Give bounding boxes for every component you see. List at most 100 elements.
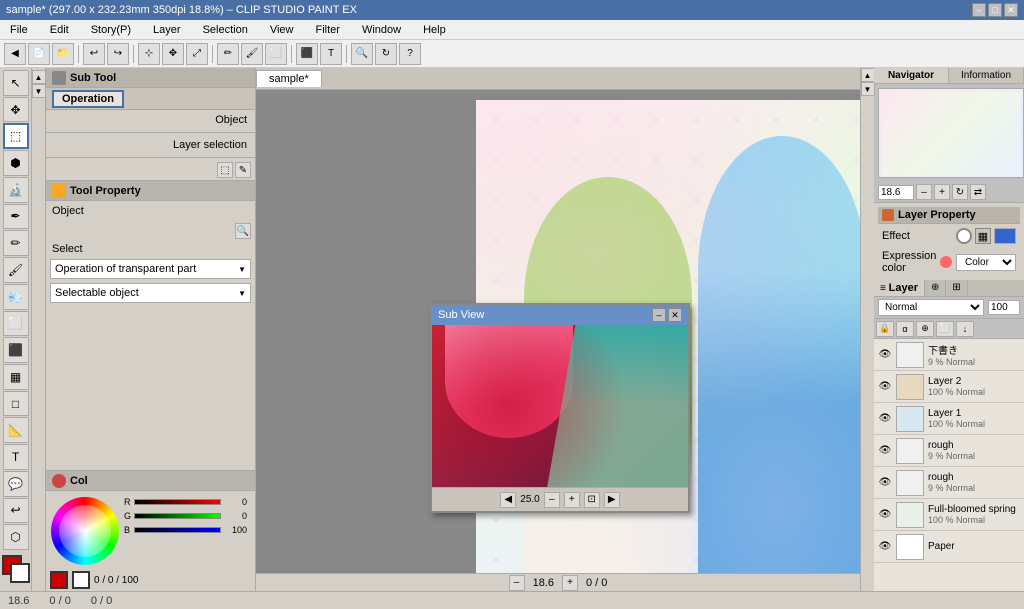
expr-color-dropdown[interactable]: Color xyxy=(956,254,1016,271)
layer-item-5[interactable]: 👁 Full-bloomed spring 100 % Normal xyxy=(874,499,1024,531)
right-scroll-up[interactable]: ▲ xyxy=(861,68,875,82)
selectable-object-dropdown[interactable]: Selectable object ▼ xyxy=(50,283,251,303)
tool-pen[interactable]: ✒ xyxy=(3,204,29,230)
toolbar-new-btn[interactable]: 📄 xyxy=(28,43,50,65)
tab-information[interactable]: Information xyxy=(949,68,1024,83)
fg-color-swatch[interactable] xyxy=(50,571,68,589)
toolbar-select-btn[interactable]: ⊹ xyxy=(138,43,160,65)
menu-window[interactable]: Window xyxy=(356,22,407,38)
nav-flip-btn[interactable]: ⇄ xyxy=(970,184,986,200)
nav-zoom-in-btn[interactable]: + xyxy=(934,184,950,200)
layer-item-3[interactable]: 👁 rough 9 % Normal xyxy=(874,435,1024,467)
canvas-zoom-in-btn[interactable]: + xyxy=(562,575,578,591)
close-button[interactable]: ✕ xyxy=(1004,3,1018,17)
layer-item-2[interactable]: 👁 Layer 1 100 % Normal xyxy=(874,403,1024,435)
sub-tool-btn1[interactable]: ⬚ xyxy=(217,162,233,178)
toolbar-zoom-btn[interactable]: 🔍 xyxy=(351,43,373,65)
lp-tab-layer[interactable]: ≡ Layer xyxy=(874,280,925,296)
tool-gradient[interactable]: ▦ xyxy=(3,364,29,390)
tool-airbrush[interactable]: 💨 xyxy=(3,284,29,310)
lp-tab-icon1[interactable]: ⊕ xyxy=(925,280,946,296)
sub-view-close-btn[interactable]: ✕ xyxy=(668,308,682,322)
sub-view-zoom-in[interactable]: + xyxy=(564,492,580,508)
effect-sq-btn1[interactable]: ▦ xyxy=(975,228,991,244)
layer-opacity-input[interactable] xyxy=(988,300,1020,315)
toolbar-redo-btn[interactable]: ↪ xyxy=(107,43,129,65)
r-slider[interactable] xyxy=(134,499,221,505)
layer-mode-select[interactable]: Normal xyxy=(878,299,984,316)
tool-fill[interactable]: ⬛ xyxy=(3,337,29,363)
layer-down-btn[interactable]: ↓ xyxy=(956,321,974,337)
menu-filter[interactable]: Filter xyxy=(310,22,346,38)
toolbar-move-btn[interactable]: ✥ xyxy=(162,43,184,65)
tab-navigator[interactable]: Navigator xyxy=(874,68,949,83)
tool-figure[interactable]: □ xyxy=(3,391,29,417)
layer-eye-0[interactable]: 👁 xyxy=(878,349,892,360)
layer-item-6[interactable]: 👁 Paper xyxy=(874,531,1024,563)
tool-pencil[interactable]: ✏ xyxy=(3,230,29,256)
tool-eyedrop[interactable]: 🔬 xyxy=(3,177,29,203)
sub-view-next-btn[interactable]: ▶ xyxy=(604,492,620,508)
toolbar-text-btn[interactable]: T xyxy=(320,43,342,65)
toolbar-transform-btn[interactable]: ⤢ xyxy=(186,43,208,65)
tool-ruler[interactable]: 📐 xyxy=(3,417,29,443)
toolbar-undo-btn[interactable]: ↩ xyxy=(83,43,105,65)
canvas-zoom-out-btn[interactable]: – xyxy=(509,575,525,591)
navigator-preview[interactable] xyxy=(878,88,1024,178)
toolbar-help-btn[interactable]: ? xyxy=(399,43,421,65)
layer-mask-btn[interactable]: ⬜ xyxy=(936,321,954,337)
minimize-button[interactable]: – xyxy=(972,3,986,17)
layer-alpha-btn[interactable]: α xyxy=(896,321,914,337)
toolbar-back-btn[interactable]: ◀ xyxy=(4,43,26,65)
g-slider[interactable] xyxy=(134,513,221,519)
search-icon[interactable]: 🔍 xyxy=(235,223,251,239)
effect-circle-btn[interactable] xyxy=(956,228,972,244)
background-color[interactable] xyxy=(10,563,30,583)
toolbar-open-btn[interactable]: 📁 xyxy=(52,43,74,65)
menu-file[interactable]: File xyxy=(4,22,34,38)
tool-balloon[interactable]: 💬 xyxy=(3,471,29,497)
operation-tab-btn[interactable]: Operation xyxy=(52,90,124,108)
nav-rotate-btn[interactable]: ↻ xyxy=(952,184,968,200)
tool-brush[interactable]: 🖌 xyxy=(3,257,29,283)
toolbar-eraser-btn[interactable]: ⬜ xyxy=(265,43,287,65)
tool-operation[interactable]: ↖ xyxy=(3,70,29,96)
tool-move[interactable]: ✥ xyxy=(3,97,29,123)
menu-help[interactable]: Help xyxy=(417,22,452,38)
layer-eye-3[interactable]: 👁 xyxy=(878,445,892,456)
toolbar-brush-btn[interactable]: 🖌 xyxy=(241,43,263,65)
nav-zoom-input[interactable] xyxy=(878,185,914,200)
menu-selection[interactable]: Selection xyxy=(197,22,254,38)
layer-ref-btn[interactable]: ⊕ xyxy=(916,321,934,337)
menu-layer[interactable]: Layer xyxy=(147,22,187,38)
maximize-button[interactable]: □ xyxy=(988,3,1002,17)
tool-text[interactable]: T xyxy=(3,444,29,470)
lp-tab-icon2[interactable]: ⊞ xyxy=(946,280,967,296)
layer-item-4[interactable]: 👁 rough 9 % Normal xyxy=(874,467,1024,499)
layer-eye-5[interactable]: 👁 xyxy=(878,509,892,520)
layer-item-1[interactable]: 👁 Layer 2 100 % Normal xyxy=(874,371,1024,403)
tool-correct[interactable]: ↩ xyxy=(3,498,29,524)
tool-autoselect[interactable]: ⬢ xyxy=(3,150,29,176)
layer-eye-1[interactable]: 👁 xyxy=(878,381,892,392)
left-col-down[interactable]: ▼ xyxy=(32,84,46,98)
canvas-viewport[interactable]: Sub View – ✕ ◀ 25.0 – + xyxy=(256,90,860,573)
sub-view-zoom-out[interactable]: – xyxy=(544,492,560,508)
tool-select[interactable]: ⬚ xyxy=(3,123,29,149)
sub-tool-btn2[interactable]: ✎ xyxy=(235,162,251,178)
layer-eye-2[interactable]: 👁 xyxy=(878,413,892,424)
transparent-part-dropdown[interactable]: Operation of transparent part ▼ xyxy=(50,259,251,279)
effect-color-btn[interactable] xyxy=(994,228,1016,244)
color-wheel[interactable] xyxy=(51,497,119,565)
tool-3d[interactable]: ⬡ xyxy=(3,524,29,550)
toolbar-pen-btn[interactable]: ✏ xyxy=(217,43,239,65)
toolbar-fill-btn[interactable]: ⬛ xyxy=(296,43,318,65)
right-scroll-down[interactable]: ▼ xyxy=(861,82,875,96)
sub-view-fit-btn[interactable]: ⊡ xyxy=(584,492,600,508)
canvas-tab-sample[interactable]: sample* xyxy=(256,70,322,87)
menu-view[interactable]: View xyxy=(264,22,300,38)
nav-zoom-out-btn[interactable]: – xyxy=(916,184,932,200)
layer-item-0[interactable]: 👁 下書き 9 % Normal xyxy=(874,339,1024,371)
layer-eye-6[interactable]: 👁 xyxy=(878,541,892,552)
toolbar-rotate-btn[interactable]: ↻ xyxy=(375,43,397,65)
